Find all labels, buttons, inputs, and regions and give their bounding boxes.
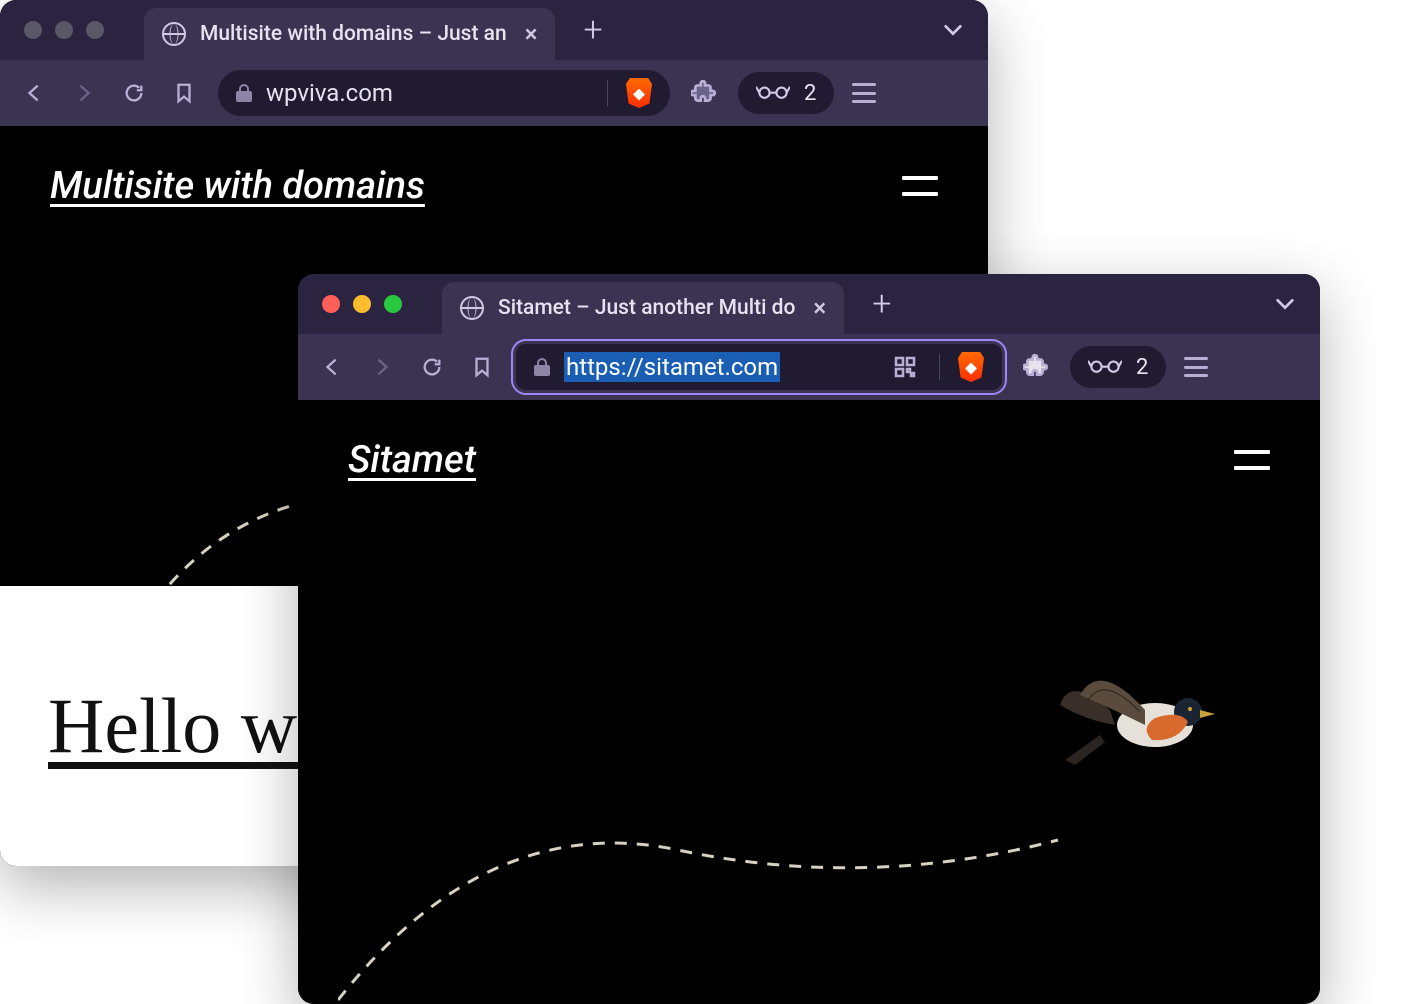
extensions-button[interactable] (1020, 351, 1052, 383)
site-title-link[interactable]: Sitamet (348, 438, 476, 482)
glasses-icon (1088, 355, 1122, 380)
main-menu-button[interactable] (1184, 357, 1208, 377)
main-menu-button[interactable] (852, 83, 876, 103)
site-header: Multisite with domains (0, 126, 988, 246)
tab-list-button[interactable] (1266, 285, 1304, 323)
bird-image (1060, 670, 1220, 780)
reload-button[interactable] (416, 351, 448, 383)
site-menu-button[interactable] (1234, 450, 1270, 470)
extensions-button[interactable] (688, 77, 720, 109)
window-maximize-dot[interactable] (384, 295, 402, 313)
hero-white-block: Hello wo (0, 586, 300, 866)
traffic-lights (24, 21, 104, 39)
url-text: wpviva.com (266, 79, 589, 107)
hero-heading[interactable]: Hello wo (48, 681, 336, 771)
address-bar[interactable]: https://sitamet.com (516, 344, 1002, 390)
tab-title: Sitamet – Just another Multi do (498, 296, 795, 320)
back-button[interactable] (18, 77, 50, 109)
forward-button[interactable] (68, 77, 100, 109)
glasses-icon (756, 81, 790, 106)
lock-icon (236, 84, 252, 102)
tracker-count: 2 (804, 81, 816, 106)
qr-icon[interactable] (889, 351, 921, 383)
globe-icon (460, 296, 484, 320)
address-bar[interactable]: wpviva.com (218, 70, 670, 116)
site-menu-button[interactable] (902, 176, 938, 196)
site-header: Sitamet (298, 400, 1320, 520)
back-button[interactable] (316, 351, 348, 383)
browser-tab[interactable]: Multisite with domains – Just an × (144, 8, 555, 60)
tab-list-button[interactable] (934, 11, 972, 49)
bookmark-button[interactable] (466, 351, 498, 383)
url-text: https://sitamet.com (564, 352, 780, 382)
bookmark-button[interactable] (168, 77, 200, 109)
tracker-count: 2 (1136, 355, 1148, 380)
toolbar: wpviva.com 2 (0, 60, 988, 126)
window-minimize-dot[interactable] (353, 295, 371, 313)
tracker-pill[interactable]: 2 (1070, 346, 1166, 388)
close-tab-icon[interactable]: × (813, 296, 826, 320)
reload-button[interactable] (118, 77, 150, 109)
close-tab-icon[interactable]: × (525, 22, 538, 46)
browser-tab[interactable]: Sitamet – Just another Multi do × (442, 282, 844, 334)
window-maximize-dot[interactable] (86, 21, 104, 39)
tab-strip: Multisite with domains – Just an × + (0, 0, 988, 60)
tracker-pill[interactable]: 2 (738, 72, 834, 114)
new-tab-button[interactable]: + (860, 287, 903, 321)
window-close-dot[interactable] (24, 21, 42, 39)
window-close-dot[interactable] (322, 295, 340, 313)
browser-window-front: Sitamet – Just another Multi do × + http… (298, 274, 1320, 1004)
toolbar: https://sitamet.com 2 (298, 334, 1320, 400)
window-minimize-dot[interactable] (55, 21, 73, 39)
lock-icon (534, 358, 550, 376)
brave-shield-icon[interactable] (626, 78, 652, 108)
globe-icon (162, 22, 186, 46)
new-tab-button[interactable]: + (571, 13, 614, 47)
tab-title: Multisite with domains – Just an (200, 22, 507, 46)
hero-section (298, 520, 1320, 1004)
site-title-link[interactable]: Multisite with domains (50, 164, 425, 208)
url-divider (607, 80, 608, 106)
brave-shield-icon[interactable] (958, 352, 984, 382)
url-divider (939, 354, 940, 380)
page-body: Sitamet (298, 400, 1320, 1004)
forward-button[interactable] (366, 351, 398, 383)
traffic-lights (322, 295, 402, 313)
tab-strip: Sitamet – Just another Multi do × + (298, 274, 1320, 334)
